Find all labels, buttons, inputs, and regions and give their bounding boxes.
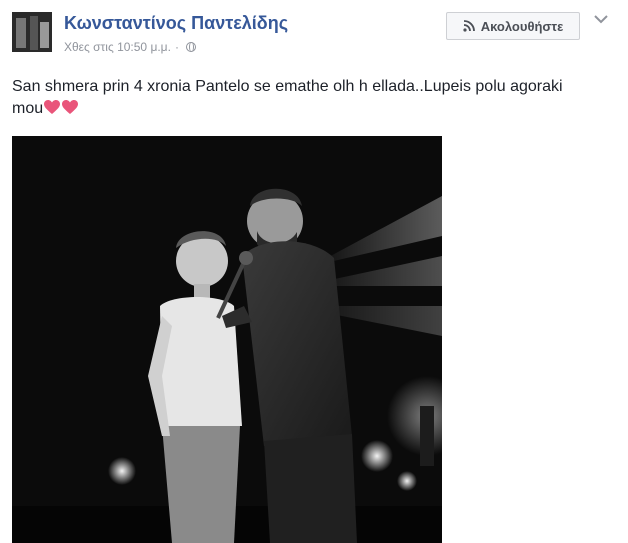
post-timestamp[interactable]: Χθες στις 10:50 μ.μ. xyxy=(64,40,171,54)
avatar-figure xyxy=(40,22,49,48)
post-photo-image xyxy=(12,136,442,543)
post-photo[interactable] xyxy=(12,136,442,543)
follow-button[interactable]: Ακολουθήστε xyxy=(446,12,580,40)
post-text: San shmera prin 4 xronia Pantelo se emat… xyxy=(12,78,563,117)
heart-icon xyxy=(44,100,61,114)
author-name-link[interactable]: Κωνσταντίνος Παντελίδης xyxy=(64,13,288,34)
post-body: San shmera prin 4 xronia Pantelo se emat… xyxy=(12,76,572,120)
meta-separator: · xyxy=(174,40,179,54)
post-meta: Χθες στις 10:50 μ.μ. · xyxy=(64,40,196,54)
avatar-figure xyxy=(30,16,38,50)
rss-icon xyxy=(463,20,475,32)
author-avatar[interactable] xyxy=(12,12,52,52)
globe-icon[interactable] xyxy=(185,42,196,52)
chevron-down-icon[interactable] xyxy=(594,14,608,24)
follow-button-label: Ακολουθήστε xyxy=(480,18,564,34)
heart-icon xyxy=(62,100,79,114)
avatar-figure xyxy=(16,18,26,48)
